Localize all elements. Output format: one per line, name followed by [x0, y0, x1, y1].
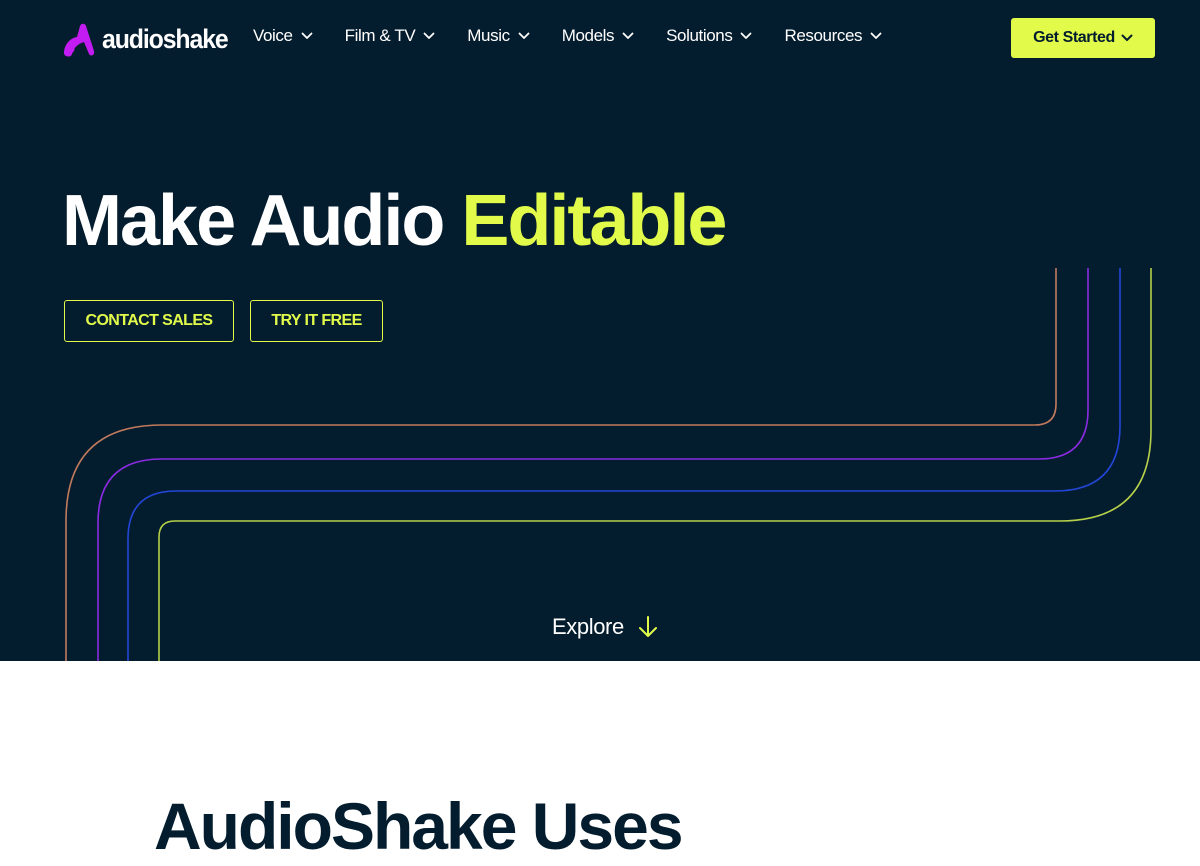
audioshake-logo-icon [64, 23, 95, 57]
nav-item-label: Voice [253, 26, 293, 45]
nav-item-solutions[interactable]: Solutions [666, 26, 752, 46]
nav-item-label: Solutions [666, 26, 733, 45]
get-started-label: Get Started [1033, 29, 1115, 46]
brand-name: audioshake [102, 24, 229, 54]
chevron-down-icon [741, 32, 752, 39]
brand-logo[interactable]: audioshake [60, 20, 239, 58]
headline-accent: Editable [461, 181, 727, 261]
explore-link[interactable]: Explore [552, 612, 658, 642]
nav-item-label: Music [467, 26, 510, 45]
nav-item-models[interactable]: Models [562, 26, 634, 46]
chevron-down-icon [518, 32, 530, 39]
chevron-down-icon [301, 32, 312, 39]
headline-text: Make Audio [62, 181, 462, 261]
nav-item-label: Film & TV [344, 26, 416, 45]
hero-headline: Make Audio Editable [62, 178, 727, 264]
chevron-down-icon [1121, 34, 1133, 41]
main-nav: Voice Film & TV Music Models Solutions R… [253, 24, 914, 48]
explore-label: Explore [552, 614, 624, 639]
arrow-down-icon [638, 616, 657, 637]
wave-line-purple [97, 268, 1089, 661]
chevron-down-icon [423, 32, 435, 39]
contact-sales-label: CONTACT SALES [85, 312, 213, 329]
hero-section: audioshake Voice Film & TV Music Models … [0, 0, 1200, 661]
nav-item-label: Resources [784, 26, 863, 45]
chevron-down-icon [870, 32, 882, 39]
nav-item-resources[interactable]: Resources [784, 26, 882, 46]
nav-item-voice[interactable]: Voice [253, 26, 313, 46]
try-it-free-button[interactable]: TRY IT FREE [250, 300, 383, 342]
nav-item-label: Models [561, 26, 615, 45]
nav-item-music[interactable]: Music [467, 26, 530, 46]
get-started-button[interactable]: Get Started [1011, 18, 1155, 58]
chevron-down-icon [622, 32, 634, 39]
try-it-free-label: TRY IT FREE [271, 312, 362, 329]
contact-sales-button[interactable]: CONTACT SALES [64, 300, 234, 342]
nav-item-film-tv[interactable]: Film & TV [345, 26, 436, 46]
section-title: AudioShake Uses [154, 789, 684, 863]
